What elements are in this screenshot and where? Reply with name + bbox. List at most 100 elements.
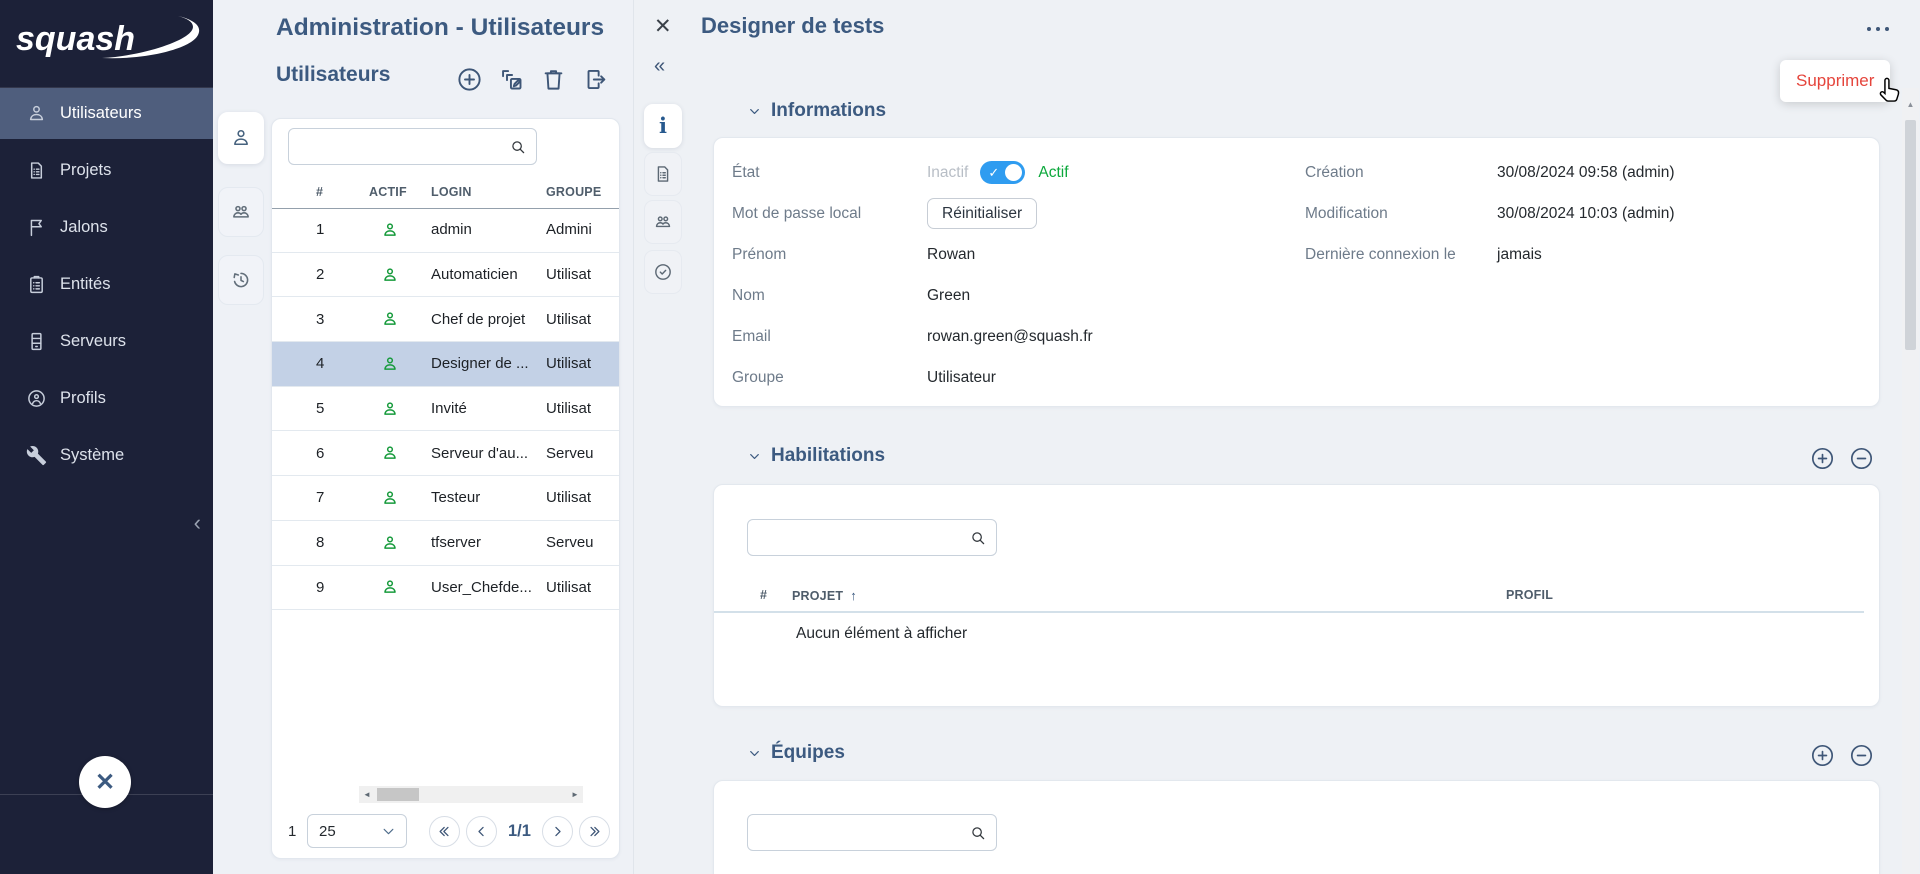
- collapse-panel-button[interactable]: «: [654, 55, 665, 78]
- close-admin-button[interactable]: ✕: [79, 756, 131, 808]
- active-user-icon: [369, 355, 431, 373]
- scroll-left-icon[interactable]: ◄: [359, 786, 375, 803]
- table-row[interactable]: 8 tfserver Serveu: [272, 521, 619, 566]
- sidebar-collapse-arrow[interactable]: ‹: [194, 512, 201, 534]
- scrollbar-track[interactable]: [375, 786, 567, 803]
- reset-password-button[interactable]: Réinitialiser: [927, 198, 1038, 229]
- habilitations-search-input[interactable]: [748, 529, 969, 546]
- field-prenom: Prénom Rowan: [732, 234, 1292, 275]
- habilitations-table-header: # PROJET ↑ PROFIL: [714, 581, 1879, 611]
- first-page-button[interactable]: [429, 815, 460, 847]
- row-login: Serveur d'au...: [431, 444, 529, 462]
- informations-right-column: Création 30/08/2024 09:58 (admin) Modifi…: [1305, 152, 1860, 275]
- export-users-button[interactable]: [582, 66, 609, 93]
- chevron-down-icon: [748, 747, 761, 760]
- scrollbar-thumb[interactable]: [1905, 120, 1916, 350]
- mass-edit-icon: [502, 70, 522, 90]
- tab-authorizations[interactable]: [644, 250, 682, 294]
- search-icon[interactable]: [509, 138, 527, 156]
- col-num[interactable]: #: [760, 588, 767, 602]
- sidebar-item-systeme[interactable]: Système: [0, 430, 213, 481]
- table-row[interactable]: 7 Testeur Utilisat: [272, 476, 619, 521]
- tab-history[interactable]: [218, 255, 264, 305]
- remove-equipe-button[interactable]: [1849, 743, 1874, 768]
- row-num: 2: [316, 266, 325, 284]
- table-row-selected[interactable]: 4 Designer de ... Utilisat: [272, 342, 619, 387]
- last-page-button[interactable]: [578, 815, 610, 847]
- users-search-input[interactable]: [289, 138, 509, 155]
- field-value[interactable]: rowan.green@squash.fr: [927, 328, 1093, 346]
- field-email: Email rowan.green@squash.fr: [732, 316, 1292, 357]
- tab-users[interactable]: [218, 112, 264, 164]
- sidebar-item-entites[interactable]: Entités: [0, 259, 213, 310]
- search-icon[interactable]: [969, 529, 987, 547]
- users-table-header: # ACTIF LOGIN GROUPE: [272, 176, 619, 209]
- field-label: Modification: [1305, 204, 1388, 222]
- row-groupe: Utilisat: [546, 578, 592, 596]
- users-table-body: 1 admin Admini 2 Automaticien Utilisat 3…: [272, 208, 619, 611]
- person-icon: [230, 127, 252, 149]
- col-groupe[interactable]: GROUPE: [546, 185, 619, 199]
- more-menu-button[interactable]: [1865, 20, 1891, 38]
- section-habilitations-header[interactable]: Habilitations: [748, 445, 885, 467]
- horizontal-scrollbar[interactable]: ◄ ►: [359, 786, 583, 803]
- close-detail-button[interactable]: ✕: [654, 14, 672, 39]
- row-groupe: Utilisat: [546, 355, 592, 373]
- table-row[interactable]: 6 Serveur d'au... Serveu: [272, 431, 619, 477]
- active-user-icon: [369, 489, 431, 507]
- tab-description[interactable]: [644, 152, 682, 196]
- person-icon: [26, 103, 47, 124]
- table-row[interactable]: 5 Invité Utilisat: [272, 387, 619, 432]
- row-login: Testeur: [431, 489, 481, 507]
- delete-user-menu-item[interactable]: Supprimer: [1780, 60, 1890, 102]
- prev-page-button[interactable]: [466, 815, 497, 847]
- scrollbar-thumb[interactable]: [377, 788, 419, 801]
- sidebar-item-projets[interactable]: Projets: [0, 145, 213, 196]
- table-row[interactable]: 3 Chef de projet Utilisat: [272, 297, 619, 343]
- vertical-scrollbar[interactable]: ▲: [1902, 88, 1919, 874]
- col-profil[interactable]: PROFIL: [1506, 588, 1553, 602]
- plus-circle-icon: [1810, 446, 1835, 471]
- section-equipes-header[interactable]: Équipes: [748, 742, 845, 764]
- row-groupe: Serveu: [546, 534, 594, 552]
- remove-habilitation-button[interactable]: [1849, 446, 1874, 471]
- field-value[interactable]: Rowan: [927, 246, 975, 264]
- table-row[interactable]: 2 Automaticien Utilisat: [272, 253, 619, 298]
- sidebar-item-serveurs[interactable]: Serveurs: [0, 316, 213, 367]
- field-value[interactable]: Utilisateur: [927, 369, 996, 387]
- active-toggle[interactable]: ✓: [980, 161, 1026, 184]
- tab-teams[interactable]: [218, 187, 264, 237]
- col-login[interactable]: LOGIN: [431, 185, 546, 199]
- next-page-button[interactable]: [541, 815, 573, 847]
- squash-logo[interactable]: squash: [10, 8, 205, 70]
- add-habilitation-button[interactable]: [1810, 446, 1835, 471]
- page-size-select[interactable]: 25: [307, 814, 407, 848]
- sidebar-item-jalons[interactable]: Jalons: [0, 202, 213, 253]
- section-informations-header[interactable]: Informations: [748, 100, 886, 122]
- user-detail-panel: ✕ Designer de tests « i Informations Éta…: [633, 0, 1920, 874]
- informations-card: État Inactif ✓ Actif Mot de passe local …: [713, 137, 1880, 407]
- add-user-button[interactable]: [456, 66, 483, 93]
- delete-label: Supprimer: [1796, 71, 1875, 90]
- scroll-right-icon[interactable]: ►: [567, 786, 583, 803]
- scroll-up-icon[interactable]: ▲: [1902, 100, 1919, 109]
- table-row[interactable]: 9 User_Chefde... Utilisat: [272, 566, 619, 611]
- sidebar-item-profils[interactable]: Profils: [0, 373, 213, 424]
- field-value[interactable]: Green: [927, 287, 970, 305]
- table-row[interactable]: 1 admin Admini: [272, 208, 619, 253]
- field-label: Mot de passe local: [732, 204, 862, 222]
- col-projet[interactable]: PROJET ↑: [792, 588, 857, 603]
- col-actif[interactable]: ACTIF: [369, 185, 431, 199]
- search-icon[interactable]: [969, 824, 987, 842]
- tab-information[interactable]: i: [644, 104, 682, 148]
- col-num[interactable]: #: [272, 185, 369, 199]
- field-label: Création: [1305, 163, 1364, 181]
- mass-edit-button[interactable]: [498, 66, 525, 93]
- sidebar-item-utilisateurs[interactable]: Utilisateurs: [0, 88, 213, 139]
- equipes-search-input[interactable]: [748, 824, 969, 841]
- tab-user-teams[interactable]: [644, 200, 682, 244]
- field-derniere-connexion: Dernière connexion le jamais: [1305, 234, 1860, 275]
- sidebar-item-label: Utilisateurs: [60, 104, 142, 122]
- delete-users-button[interactable]: [540, 66, 567, 93]
- add-equipe-button[interactable]: [1810, 743, 1835, 768]
